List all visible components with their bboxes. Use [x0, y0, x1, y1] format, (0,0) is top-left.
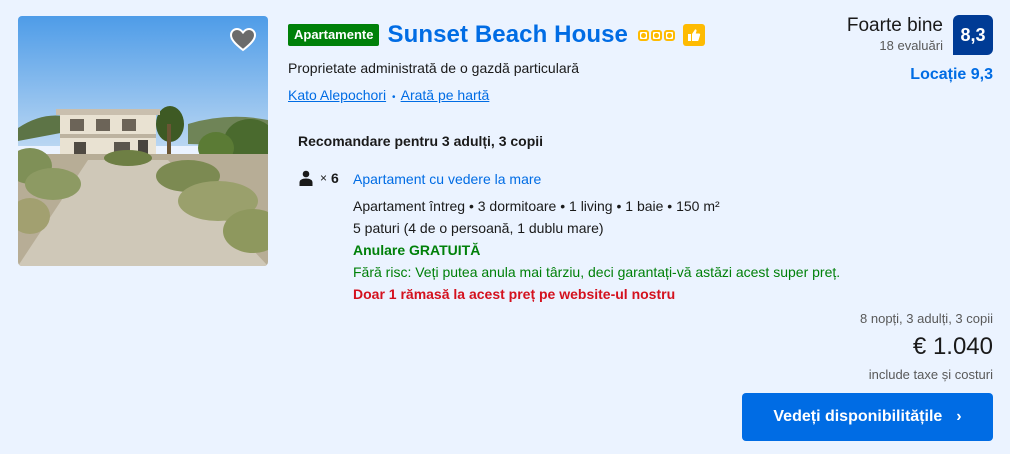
title-row: Apartamente Sunset Beach House: [288, 20, 706, 50]
no-risk-note: Fără risc: Veți putea anula mai târziu, …: [353, 264, 841, 280]
chevron-right-icon: ›: [956, 408, 962, 425]
star-icon: [664, 29, 676, 41]
property-card: Apartamente Sunset Beach House Proprieta…: [0, 0, 1010, 454]
unit-name-link[interactable]: Apartament cu vedere la mare: [353, 171, 541, 187]
star-icon: [651, 29, 663, 41]
see-availability-label: Vedeți disponibilitățile: [773, 408, 943, 425]
thumbs-up-icon[interactable]: [683, 24, 706, 46]
free-cancellation: Anulare GRATUITĂ: [353, 242, 481, 258]
see-availability-button[interactable]: Vedeți disponibilitățile ›: [742, 393, 993, 441]
scarcity-message: Doar 1 rămasă la acest preț pe website-u…: [353, 286, 676, 302]
review-score[interactable]: Foarte bine 18 evaluări 8,3: [847, 15, 993, 55]
review-score-word: Foarte bine: [846, 15, 943, 36]
location-score: Locație 9,3: [910, 66, 993, 83]
price: € 1.040: [912, 333, 993, 360]
occupancy-count: 6: [331, 170, 339, 186]
location-row: Kato Alepochori • Arată pe hartă: [288, 87, 489, 103]
person-icon: [299, 170, 313, 186]
favorite-heart-icon[interactable]: [228, 25, 258, 55]
occupancy-indicator: × 6: [298, 170, 339, 186]
star-rating: [638, 29, 677, 41]
review-count: 18 evaluări: [879, 38, 943, 53]
beds-line: 5 paturi (4 de o persoană, 1 dublu mare): [353, 220, 604, 236]
property-name-link[interactable]: Sunset Beach House: [387, 21, 628, 49]
host-note: Proprietate administrată de o gazdă part…: [288, 60, 580, 76]
occupancy-times: ×: [320, 171, 328, 185]
taxes-note: include taxe și costuri: [868, 367, 993, 382]
property-type-badge: Apartamente: [288, 24, 380, 46]
star-icon: [638, 29, 650, 41]
review-score-text: Foarte bine 18 evaluări: [847, 15, 943, 55]
separator-dot: •: [391, 92, 396, 103]
property-photo[interactable]: [18, 16, 268, 266]
unit-details-line: Apartament întreg • 3 dormitoare • 1 liv…: [353, 198, 720, 214]
unit-details: Apartament întreg • 3 dormitoare • 1 liv…: [353, 195, 840, 305]
recommendation-title: Recomandare pentru 3 adulți, 3 copii: [298, 133, 544, 149]
review-score-badge: 8,3: [953, 15, 993, 55]
location-link[interactable]: Kato Alepochori: [288, 87, 386, 103]
stay-summary: 8 nopți, 3 adulți, 3 copii: [860, 311, 993, 326]
show-on-map-link[interactable]: Arată pe hartă: [401, 87, 490, 103]
heart-icon: [229, 27, 257, 52]
